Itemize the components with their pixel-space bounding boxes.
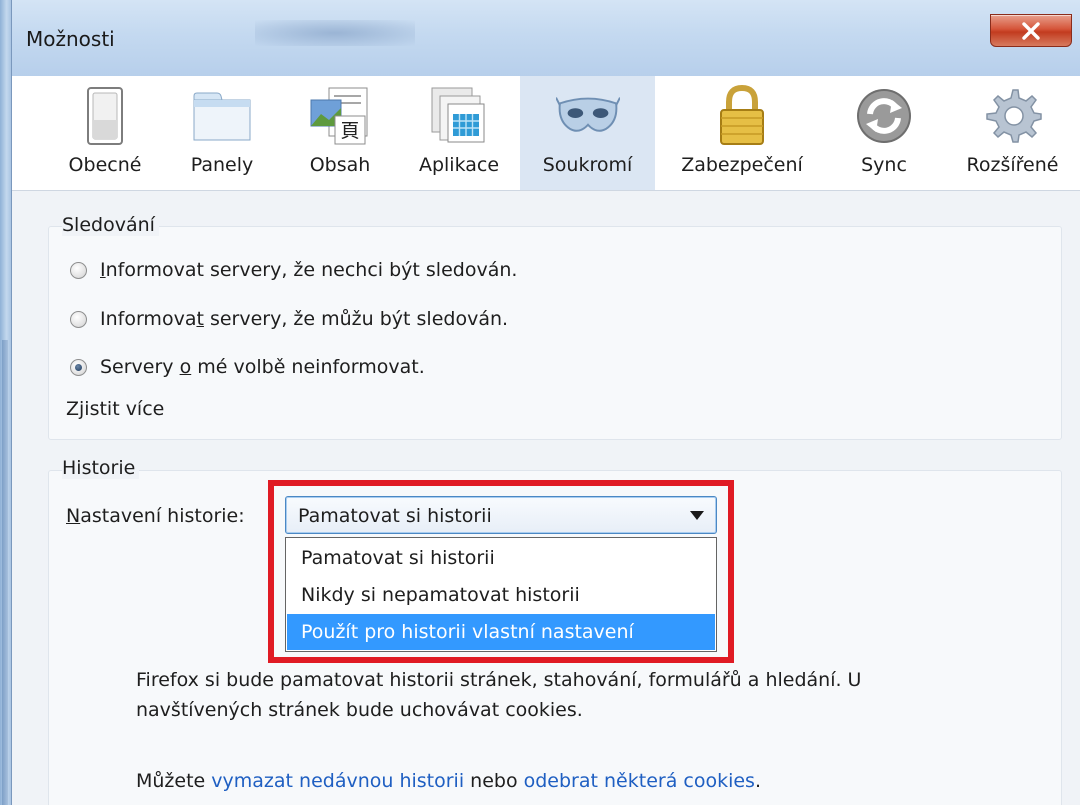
- radio-no-preference[interactable]: Servery o mé volbě neinformovat.: [70, 356, 425, 378]
- learn-more-link[interactable]: Zjistit více: [66, 398, 164, 420]
- tab-advanced-label: Rozšířené: [966, 154, 1059, 176]
- close-icon: [1022, 21, 1040, 40]
- radio-button[interactable]: [70, 310, 87, 328]
- tab-applications[interactable]: Aplikace: [404, 76, 514, 190]
- radio-label: Servery o mé volbě neinformovat.: [100, 356, 425, 378]
- preferences-toolbar: Obecné Panely 頁 Obsah Aplikace Soukromí …: [12, 76, 1080, 191]
- tab-general[interactable]: Obecné: [50, 76, 160, 190]
- tab-sync-label: Sync: [861, 154, 907, 176]
- clear-recent-history-link[interactable]: vymazat nedávnou historii: [211, 770, 464, 792]
- svg-text:頁: 頁: [340, 120, 359, 142]
- window-left-border: [0, 0, 12, 805]
- tracking-caption: Sledování: [62, 214, 159, 236]
- radio-button-checked[interactable]: [70, 358, 87, 376]
- privacy-panel: Sledování Informovat servery, že nechci …: [12, 191, 1080, 805]
- history-description-line2: navštívených stránek bude uchovávat cook…: [136, 699, 583, 721]
- title-bar-blur: [255, 20, 415, 46]
- sync-icon: [852, 84, 916, 148]
- window-left-border-strip: [2, 340, 8, 805]
- title-bar[interactable]: Možnosti: [0, 0, 1080, 76]
- tab-advanced[interactable]: Rozšířené: [950, 76, 1075, 190]
- tab-general-label: Obecné: [68, 154, 142, 176]
- content-picture-icon: 頁: [308, 84, 372, 148]
- tabs-window-icon: [190, 84, 254, 148]
- annotation-highlight-box: [268, 480, 734, 663]
- radio-allow-tracking[interactable]: Informovat servery, že můžu být sledován…: [70, 308, 508, 330]
- window-title: Možnosti: [26, 27, 115, 51]
- privacy-mask-icon: [555, 84, 620, 148]
- applications-icon: [427, 84, 491, 148]
- history-description-line1: Firefox si bude pamatovat historii strán…: [136, 669, 862, 691]
- tab-privacy-label: Soukromí: [542, 154, 633, 176]
- tab-tabs-label: Panely: [190, 154, 254, 176]
- general-switch-icon: [73, 84, 137, 148]
- radio-do-not-track[interactable]: Informovat servery, že nechci být sledov…: [70, 259, 517, 281]
- tab-content-label: Obsah: [309, 154, 371, 176]
- radio-label: Informovat servery, že můžu být sledován…: [100, 308, 509, 330]
- advanced-gear-icon: [981, 84, 1045, 148]
- tab-applications-label: Aplikace: [418, 154, 500, 176]
- close-button[interactable]: [990, 14, 1072, 47]
- history-setting-label: Nastavení historie:: [66, 505, 245, 527]
- options-window: Možnosti Obecné Panely 頁 Obsah Aplikace …: [0, 0, 1080, 805]
- history-clear-text: Můžete vymazat nedávnou historii nebo od…: [136, 770, 761, 792]
- radio-button[interactable]: [70, 261, 87, 279]
- tab-sync[interactable]: Sync: [834, 76, 934, 190]
- security-lock-icon: [710, 84, 774, 148]
- history-caption: Historie: [62, 457, 140, 479]
- remove-cookies-link[interactable]: odebrat některá cookies: [524, 770, 755, 792]
- tab-privacy[interactable]: Soukromí: [520, 76, 655, 190]
- tab-content[interactable]: 頁 Obsah: [290, 76, 390, 190]
- tab-security[interactable]: Zabezpečení: [667, 76, 817, 190]
- tab-security-label: Zabezpečení: [681, 154, 803, 176]
- tab-tabs[interactable]: Panely: [172, 76, 272, 190]
- radio-label: Informovat servery, že nechci být sledov…: [100, 259, 518, 281]
